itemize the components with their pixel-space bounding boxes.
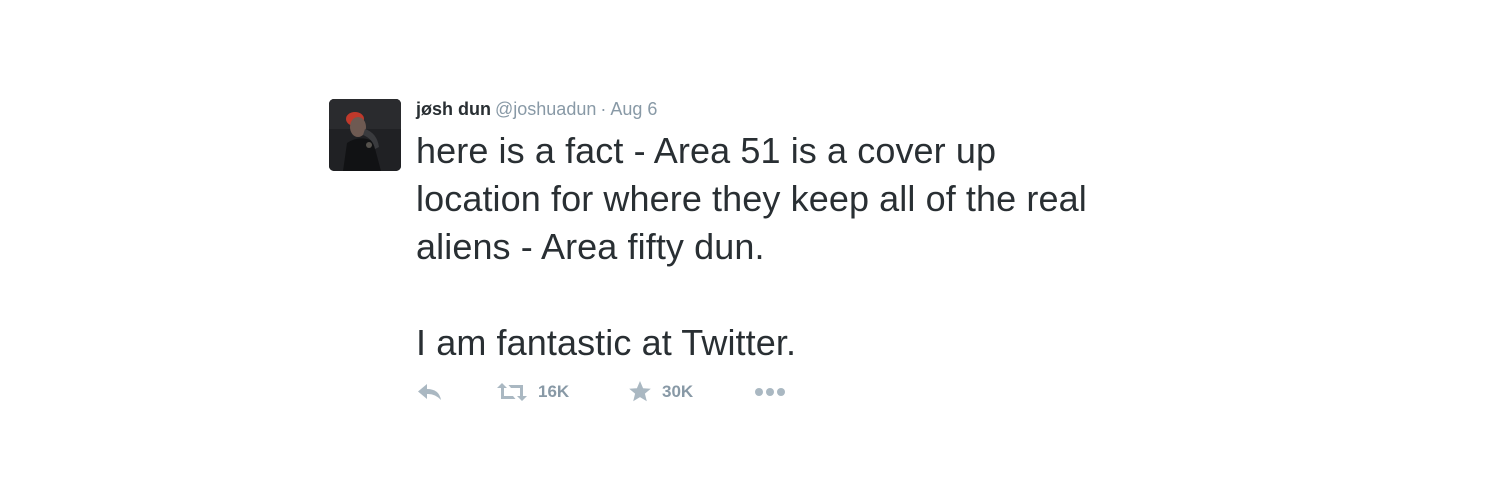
more-button[interactable] — [754, 387, 786, 397]
retweet-button[interactable]: 16K — [496, 381, 628, 403]
tweet-content: jøsh dun @joshuadun · Aug 6 here is a fact … — [416, 96, 1216, 367]
tweet-header: jøsh dun @joshuadun · Aug 6 — [416, 96, 1216, 122]
retweet-icon — [497, 383, 527, 401]
reply-icon — [418, 384, 441, 400]
retweet-count: 16K — [538, 382, 570, 401]
tweet-text: here is a fact - Area 51 is a cover up l… — [416, 130, 1087, 363]
tweet-actions: 16K 30K — [416, 380, 786, 404]
avatar-photo — [329, 99, 401, 171]
tweet: jøsh dun @joshuadun · Aug 6 here is a fact … — [329, 96, 1229, 416]
author-name[interactable]: jøsh dun — [416, 99, 491, 119]
reply-button[interactable] — [416, 381, 496, 403]
header-separator: · — [600, 99, 607, 119]
avatar[interactable] — [329, 99, 401, 171]
author-handle[interactable]: @joshuadun — [495, 99, 596, 119]
more-dots-icon — [755, 388, 785, 396]
favorite-button[interactable]: 30K — [628, 380, 754, 404]
tweet-date[interactable]: Aug 6 — [610, 99, 657, 119]
favorite-count: 30K — [662, 382, 694, 401]
star-icon — [629, 381, 651, 402]
